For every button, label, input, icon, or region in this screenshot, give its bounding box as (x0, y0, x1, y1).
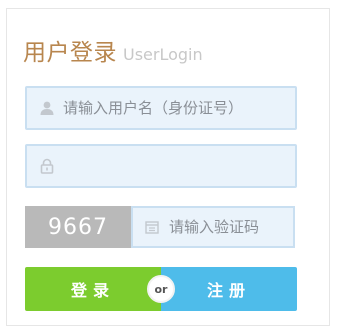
lock-icon (40, 158, 54, 174)
title-chinese: 用户登录 (23, 40, 117, 66)
captcha-image[interactable]: 9667 (25, 206, 131, 248)
username-input[interactable] (63, 99, 283, 117)
or-divider: or (147, 275, 175, 303)
username-field[interactable] (25, 86, 297, 130)
password-field[interactable] (25, 144, 297, 188)
captcha-input[interactable] (169, 218, 289, 236)
title-english: UserLogin (123, 45, 203, 64)
password-input[interactable] (63, 157, 283, 175)
login-button[interactable]: 登录 (25, 267, 161, 311)
register-button[interactable]: 注册 (161, 267, 297, 311)
user-icon (40, 101, 54, 115)
login-panel: 用户登录 UserLogin 9667 登录 注 (6, 8, 330, 326)
calendar-icon (145, 221, 159, 234)
captcha-row: 9667 (25, 206, 295, 248)
captcha-field[interactable] (131, 206, 295, 248)
action-buttons: 登录 注册 or (25, 267, 297, 311)
login-title: 用户登录 UserLogin (23, 33, 203, 66)
